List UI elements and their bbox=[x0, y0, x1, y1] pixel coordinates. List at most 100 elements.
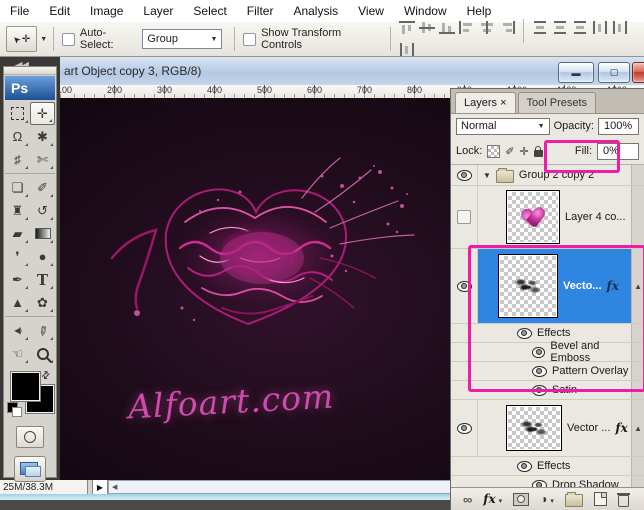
new-layer-icon[interactable] bbox=[594, 492, 607, 506]
add-layer-mask-icon[interactable] bbox=[513, 493, 529, 506]
horizontal-scrollbar[interactable]: ◀ bbox=[108, 480, 452, 494]
effect-row[interactable]: Bevel and Emboss bbox=[451, 343, 644, 362]
rectangular-marquee-tool[interactable] bbox=[5, 102, 30, 125]
layer-name[interactable]: Vecto... bbox=[563, 280, 602, 292]
menu-select[interactable]: Select bbox=[183, 4, 236, 18]
visibility-eye-icon[interactable] bbox=[532, 385, 547, 396]
effect-name[interactable]: Bevel and Emboss bbox=[550, 340, 631, 364]
menu-analysis[interactable]: Analysis bbox=[283, 4, 348, 18]
effects-header[interactable]: Effects bbox=[537, 327, 570, 339]
tab-tool-presets[interactable]: Tool Presets bbox=[518, 92, 597, 113]
close-button[interactable]: ✕ bbox=[632, 62, 644, 83]
distribute-vertical-centers-icon[interactable] bbox=[552, 21, 568, 34]
lock-position-icon[interactable]: ✛ bbox=[520, 145, 529, 158]
align-vertical-centers-icon[interactable] bbox=[419, 21, 435, 34]
add-layer-style-icon[interactable]: fx▾ bbox=[483, 492, 502, 506]
new-adjustment-layer-icon[interactable]: ◑▾ bbox=[540, 492, 554, 506]
new-group-icon[interactable] bbox=[565, 494, 583, 507]
healing-brush-tool[interactable]: ❏ bbox=[5, 176, 30, 199]
minimize-button[interactable]: ▬ bbox=[558, 62, 594, 83]
menu-window[interactable]: Window bbox=[394, 4, 457, 18]
distribute-left-edges-icon[interactable] bbox=[592, 21, 608, 34]
align-bottom-edges-icon[interactable] bbox=[439, 21, 455, 34]
distribute-horizontal-centers-icon[interactable] bbox=[612, 21, 628, 34]
tool-preset-dropdown-icon[interactable]: ▼ bbox=[40, 36, 47, 43]
blend-mode-dropdown[interactable]: Normal ▼ bbox=[456, 118, 550, 135]
collapse-effects-icon[interactable]: ▲ bbox=[634, 282, 642, 291]
show-transform-checkbox[interactable] bbox=[243, 33, 256, 46]
visibility-eye-icon[interactable] bbox=[457, 423, 472, 434]
status-menu-button[interactable]: ▶ bbox=[92, 480, 108, 494]
foreground-color-swatch[interactable] bbox=[11, 372, 40, 401]
visibility-eye-icon[interactable] bbox=[517, 461, 532, 472]
palette-grip[interactable] bbox=[4, 67, 56, 75]
delete-layer-icon[interactable] bbox=[618, 495, 629, 507]
layer4-row[interactable]: Layer 4 co... bbox=[451, 186, 644, 249]
effect-row[interactable]: Drop Shadow bbox=[451, 476, 644, 487]
layer-style-fx-icon[interactable]: fx bbox=[607, 279, 619, 293]
expand-triangle-icon[interactable]: ▼ bbox=[483, 171, 491, 180]
distribute-right-edges-icon[interactable] bbox=[399, 43, 415, 56]
visibility-eye-icon[interactable] bbox=[457, 170, 472, 181]
align-right-edges-icon[interactable] bbox=[499, 21, 515, 34]
lock-pixels-icon[interactable]: ✐ bbox=[505, 145, 514, 158]
auto-select-group-dropdown[interactable]: Group ▼ bbox=[142, 29, 222, 49]
collapse-effects-icon[interactable]: ▲ bbox=[634, 424, 642, 433]
layer-name[interactable]: Layer 4 co... bbox=[565, 211, 626, 223]
effect-name[interactable]: Pattern Overlay bbox=[552, 365, 628, 377]
link-layers-icon[interactable]: ∞ bbox=[463, 492, 472, 507]
effect-row[interactable]: Satin bbox=[451, 381, 644, 400]
crop-tool[interactable]: ♯ bbox=[5, 148, 30, 171]
auto-select-checkbox[interactable] bbox=[62, 33, 75, 46]
menu-file[interactable]: File bbox=[0, 4, 39, 18]
hand-tool[interactable]: ☜ bbox=[5, 342, 30, 365]
effects-header[interactable]: Effects bbox=[537, 460, 570, 472]
maximize-button[interactable]: ▢ bbox=[598, 62, 630, 83]
audio-annotation-tool[interactable]: ◀) bbox=[5, 319, 30, 342]
zoom-tool[interactable] bbox=[30, 342, 55, 365]
visibility-eye-icon[interactable] bbox=[532, 347, 545, 358]
visibility-eye-icon[interactable] bbox=[532, 366, 547, 377]
effects-header-row[interactable]: Effects bbox=[451, 457, 644, 476]
quick-mask-button[interactable] bbox=[16, 426, 44, 448]
screen-mode-button[interactable] bbox=[14, 456, 46, 482]
custom-shape-tool[interactable]: ✿ bbox=[30, 291, 55, 314]
menu-filter[interactable]: Filter bbox=[237, 4, 284, 18]
opacity-input[interactable]: 100% bbox=[598, 118, 639, 135]
move-tool-icon[interactable]: ➤ ✛ bbox=[6, 26, 37, 52]
effect-row[interactable]: Pattern Overlay bbox=[451, 362, 644, 381]
gradient-tool[interactable] bbox=[30, 222, 55, 245]
scroll-left-icon[interactable]: ◀ bbox=[109, 483, 117, 491]
pen-tool[interactable]: ✒ bbox=[5, 268, 30, 291]
menu-layer[interactable]: Layer bbox=[133, 4, 183, 18]
effect-name[interactable]: Satin bbox=[552, 384, 577, 396]
align-top-edges-icon[interactable] bbox=[399, 21, 415, 34]
magic-wand-tool[interactable]: ✱ bbox=[30, 125, 55, 148]
move-tool[interactable]: ✛ bbox=[30, 102, 55, 125]
effect-name[interactable]: Drop Shadow bbox=[552, 479, 619, 487]
visibility-eye-icon[interactable] bbox=[457, 281, 472, 292]
distribute-bottom-edges-icon[interactable] bbox=[572, 21, 588, 34]
group-row[interactable]: ▼ Group 2 copy 2 bbox=[451, 165, 644, 186]
default-colors-icon[interactable] bbox=[7, 402, 18, 413]
vector-layer-row[interactable]: Vector ... fx ▲ bbox=[451, 400, 644, 457]
slice-tool[interactable]: ✄ bbox=[30, 148, 55, 171]
menu-edit[interactable]: Edit bbox=[39, 4, 80, 18]
tab-layers[interactable]: Layers × bbox=[455, 92, 516, 113]
align-left-edges-icon[interactable] bbox=[459, 21, 475, 34]
lock-all-icon[interactable] bbox=[534, 150, 543, 157]
lock-transparency-icon[interactable] bbox=[487, 145, 500, 158]
path-selection-tool[interactable]: ▲ bbox=[5, 291, 30, 314]
menu-image[interactable]: Image bbox=[80, 4, 133, 18]
visibility-eye-icon[interactable] bbox=[532, 480, 547, 488]
history-brush-tool[interactable]: ↺ bbox=[30, 199, 55, 222]
lasso-tool[interactable]: Ω bbox=[5, 125, 30, 148]
layer-thumbnail[interactable] bbox=[506, 190, 560, 244]
clone-stamp-tool[interactable]: ♜ bbox=[5, 199, 30, 222]
fill-input[interactable]: 0% bbox=[597, 143, 639, 160]
align-horizontal-centers-icon[interactable] bbox=[479, 21, 495, 34]
distribute-top-edges-icon[interactable] bbox=[532, 21, 548, 34]
visibility-off-well[interactable] bbox=[457, 210, 471, 224]
selected-layer-row[interactable]: Vecto... fx ▲ bbox=[451, 249, 644, 324]
swap-colors-icon[interactable]: ⇄ bbox=[39, 369, 53, 383]
